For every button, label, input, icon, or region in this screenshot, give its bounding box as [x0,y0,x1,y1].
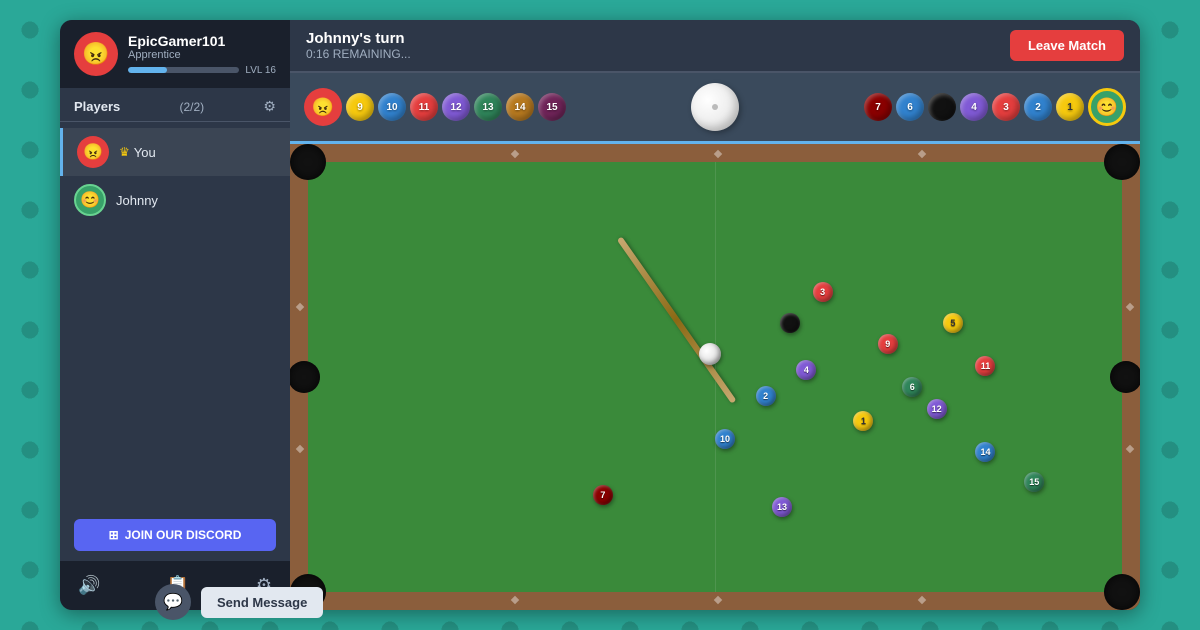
tb-14: 7 [593,485,613,505]
player-avatar-johnny: 😊 [74,184,106,216]
cue-ball [691,83,739,131]
players-section: Players (2/2) ⚙ [60,88,290,122]
volume-icon[interactable]: 🔊 [74,571,104,600]
ball-4: 4 [960,93,988,121]
player-name-johnny: Johnny [116,193,158,208]
ball-14: 14 [506,93,534,121]
ball-6: 6 [896,93,924,121]
ball-15: 15 [538,93,566,121]
ball-12: 12 [442,93,470,121]
player-item-johnny[interactable]: 😊 Johnny [60,176,290,224]
tb-9: 5 [943,313,963,333]
diamond-l2 [296,445,304,453]
leave-match-button[interactable]: Leave Match [1010,30,1124,61]
diamond-b2 [714,596,722,604]
diamond-b3 [917,596,925,604]
main-container: 😠 EpicGamer101 Apprentice LVL 16 Players… [60,20,1140,610]
player2-balls: 7 6 4 3 2 1 😊 [864,88,1126,126]
pocket-top-left [290,144,326,180]
discord-icon: ⊞ [109,528,119,542]
xp-bar [128,67,239,73]
turn-info: Johnny's turn 0:16 REMAINING... [306,30,411,61]
ball-10: 10 [378,93,406,121]
tb-11: 14 [975,442,995,462]
players-count: (2/2) [180,100,205,114]
pocket-bottom-right [1104,574,1140,610]
diamond-t1 [510,150,518,158]
diamond-t2 [714,150,722,158]
tb-12: 11 [975,356,995,376]
ball-8-black [928,93,956,121]
diamond-r2 [1126,445,1134,453]
ball-11: 11 [410,93,438,121]
tb-2: 2 [756,386,776,406]
game-header: Johnny's turn 0:16 REMAINING... Leave Ma… [290,20,1140,73]
player-name-you: ♛ You [119,145,156,160]
filter-icon[interactable]: ⚙ [263,98,276,115]
ball-7: 7 [864,93,892,121]
cue-dot [712,104,718,110]
level-text: LVL 16 [245,65,276,76]
turn-label: Johnny's turn [306,30,411,47]
tb-4 [780,313,800,333]
crown-icon: ♛ [119,145,130,159]
username: EpicGamer101 [128,33,276,49]
pocket-top-right [1104,144,1140,180]
ball-1: 1 [1056,93,1084,121]
player1-balls: 😠 9 10 11 12 13 14 15 [304,88,566,126]
user-info: EpicGamer101 Apprentice LVL 16 [128,33,276,76]
diamond-t3 [917,150,925,158]
scores-bar: 😠 9 10 11 12 13 14 15 7 6 4 3 2 1 [290,73,1140,144]
xp-fill [128,67,167,73]
pool-table-wrapper: 3 2 1 4 9 10 6 5 12 14 11 15 7 13 [290,144,1140,610]
tb-6: 9 [878,334,898,354]
user-rank: Apprentice [128,49,276,61]
message-bar: 💬 Send Message [155,584,323,620]
tb-7: 10 [715,429,735,449]
sidebar-header: 😠 EpicGamer101 Apprentice LVL 16 [60,20,290,88]
sidebar: 😠 EpicGamer101 Apprentice LVL 16 Players… [60,20,290,610]
ball-9: 9 [346,93,374,121]
tb-1: 3 [813,282,833,302]
pool-table[interactable]: 3 2 1 4 9 10 6 5 12 14 11 15 7 13 [290,144,1140,610]
player2-score-avatar: 😊 [1088,88,1126,126]
turn-timer: 0:16 REMAINING... [306,47,411,61]
ball-2: 2 [1024,93,1052,121]
diamond-r1 [1126,303,1134,311]
player-avatar-you: 😠 [77,136,109,168]
tb-13: 15 [1024,472,1044,492]
player-list: 😠 ♛ You 😊 Johnny [60,122,290,509]
xp-bar-container: LVL 16 [128,65,276,76]
diamond-b1 [510,596,518,604]
pocket-mid-right [1110,361,1140,393]
ball-3: 3 [992,93,1020,121]
player1-score-avatar: 😠 [304,88,342,126]
ball-13: 13 [474,93,502,121]
user-avatar: 😠 [74,32,118,76]
tb-10: 12 [927,399,947,419]
diamond-l1 [296,303,304,311]
players-label: Players [74,99,120,114]
chat-icon[interactable]: 💬 [155,584,191,620]
discord-button[interactable]: ⊞ JOIN OUR DISCORD [74,519,276,551]
player-item-you[interactable]: 😠 ♛ You [60,128,290,176]
game-area: Johnny's turn 0:16 REMAINING... Leave Ma… [290,20,1140,610]
send-message-button[interactable]: Send Message [201,587,323,618]
table-cue-ball [699,343,721,365]
